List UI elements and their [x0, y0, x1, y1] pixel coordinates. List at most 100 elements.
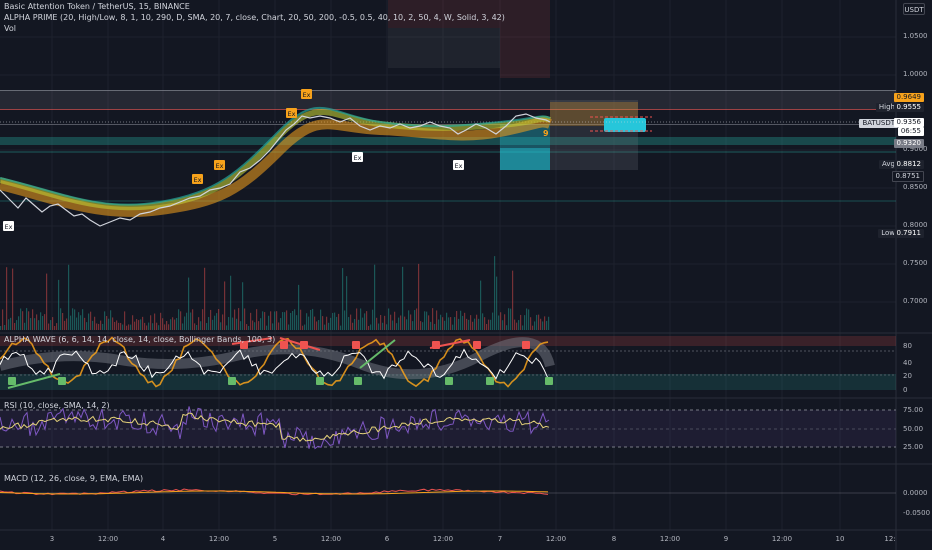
volume-bar — [254, 322, 256, 330]
volume-bar — [346, 276, 348, 330]
volume-bar — [188, 277, 190, 330]
volume-bar — [348, 317, 350, 330]
volume-bar — [178, 309, 180, 330]
alpha-wave-axis-label: 40 — [903, 359, 912, 367]
price-axis-label: 1.0500 — [903, 32, 928, 40]
volume-bar — [186, 312, 188, 330]
volume-bar — [344, 310, 346, 330]
volume-bar — [462, 315, 464, 330]
volume-bar — [470, 315, 472, 330]
macd-indicator-label[interactable]: MACD (12, 26, close, 9, EMA, EMA) — [4, 474, 143, 484]
volume-bar — [410, 314, 412, 330]
macd-pane[interactable] — [0, 488, 896, 496]
volume-bar — [240, 321, 242, 330]
time-axis-label: 7 — [497, 535, 503, 543]
volume-bar — [482, 313, 484, 330]
volume-bar — [68, 264, 70, 330]
volume-bar — [204, 267, 206, 330]
volume-bar — [534, 321, 536, 330]
time-axis-label: 12:00 — [771, 535, 793, 543]
volume-bar — [216, 313, 218, 330]
volume-bar — [308, 316, 310, 330]
volume-bar — [94, 316, 96, 330]
volume-bar — [242, 282, 244, 330]
price-axis-label: 0.8500 — [903, 183, 928, 191]
time-axis-label: 12:00 — [208, 535, 230, 543]
symbol-title[interactable]: Basic Attention Token / TetherUS, 15, BI… — [4, 2, 190, 12]
zones — [0, 0, 896, 202]
volume-bar — [490, 319, 492, 330]
volume-bar — [58, 279, 60, 330]
time-axis-label: 3 — [49, 535, 55, 543]
volume-bar — [150, 315, 152, 330]
volume-bar — [56, 323, 58, 330]
buy-wave-marker — [316, 377, 324, 385]
alpha-wave-indicator-label[interactable]: ALPHA WAVE (6, 6, 14, 14, close, 14, clo… — [4, 335, 275, 345]
rsi-indicator-label[interactable]: RSI (10, close, SMA, 14, 2) — [4, 401, 110, 411]
volume-bar — [110, 310, 112, 330]
volume-bar — [14, 323, 16, 330]
volume-bar — [518, 320, 520, 330]
volume-bar — [206, 323, 208, 330]
volume-bar — [336, 316, 338, 330]
volume-bar — [118, 322, 120, 330]
volume-bar — [380, 315, 382, 330]
volume-bar — [310, 309, 312, 330]
volume-bar — [540, 318, 542, 330]
volume-bar — [432, 308, 434, 330]
volume-bar — [130, 324, 132, 330]
volume-bar — [548, 316, 550, 330]
volume-bar — [148, 322, 150, 330]
rsi-pane[interactable] — [0, 406, 896, 450]
volume-bar — [38, 320, 40, 330]
volume-bar — [282, 312, 284, 330]
volume-bar — [424, 311, 426, 330]
volume-bar — [234, 309, 236, 330]
volume-bar — [396, 323, 398, 330]
volume-bar — [524, 315, 526, 330]
volume-bar — [60, 308, 62, 330]
volume-bar — [288, 324, 290, 330]
volume-bar — [52, 317, 54, 330]
pane-separators[interactable] — [0, 0, 932, 550]
volume-bar — [420, 321, 422, 330]
alpha-prime-indicator-label[interactable]: ALPHA PRIME (20, High/Low, 8, 1, 10, 290… — [4, 13, 505, 23]
volume-bar — [22, 311, 24, 330]
volume-bar — [522, 325, 524, 330]
volume-bar — [264, 312, 266, 330]
volume-bar — [190, 312, 192, 330]
volume-bar — [252, 320, 254, 330]
volume-bar — [136, 319, 138, 330]
volume-bar — [520, 314, 522, 330]
svg-text:Ex: Ex — [288, 110, 296, 118]
volume-bar — [334, 312, 336, 330]
volume-bar — [66, 318, 68, 330]
volume-bar — [456, 310, 458, 330]
sell-wave-marker — [300, 341, 308, 349]
volume-bar — [276, 311, 278, 330]
volume-bar — [128, 324, 130, 330]
volume-bar — [156, 322, 158, 330]
volume-bar — [458, 318, 460, 330]
volume-bar — [172, 317, 174, 330]
volume-indicator-label[interactable]: Vol — [4, 24, 16, 34]
volume-bar — [466, 318, 468, 330]
volume-bar — [16, 320, 18, 330]
price-axis-label: 0.7500 — [903, 259, 928, 267]
volume-bar — [8, 319, 10, 330]
avg-value-tag: 0.8812 — [893, 160, 924, 169]
volume-bar — [286, 310, 288, 330]
volume-bar — [160, 312, 162, 330]
currency-button[interactable]: USDT — [903, 3, 925, 15]
volume-bar — [198, 317, 200, 330]
volume-bar — [42, 315, 44, 330]
volume-bar — [48, 323, 50, 330]
volume-bar — [114, 321, 116, 330]
volume-bar — [78, 312, 80, 330]
volume-bar — [0, 326, 2, 330]
volume-bar — [444, 320, 446, 330]
volume-bar — [390, 314, 392, 330]
chart-canvas[interactable]: Ex Ex Ex Ex Ex Ex Ex 9 — [0, 0, 932, 550]
sell-wave-marker — [473, 341, 481, 349]
time-axis-label: 12:00 — [320, 535, 342, 543]
